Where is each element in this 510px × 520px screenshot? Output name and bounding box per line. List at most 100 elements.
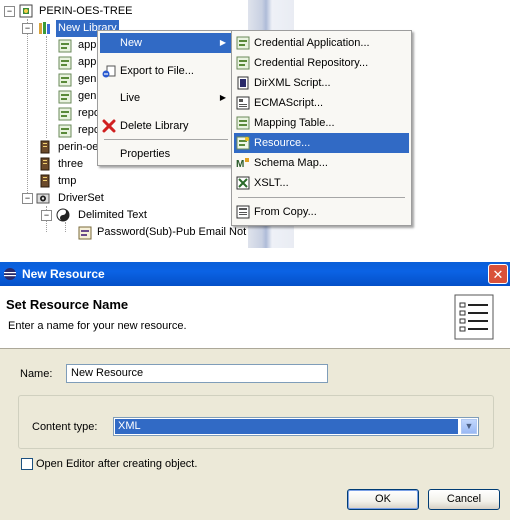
dialog-heading: Set Resource Name: [6, 297, 129, 312]
submenu-item-mapping-table[interactable]: Mapping Table...: [234, 113, 409, 133]
submenu-arrow-icon: ▶: [219, 38, 226, 47]
menu-item-label: Mapping Table...: [254, 117, 335, 129]
driverset-icon: [36, 193, 50, 204]
tree-item-label: perin-oe: [58, 141, 99, 153]
collapse-icon[interactable]: −: [4, 6, 15, 17]
tree-panel: − PERIN-OES-TREE − New Library app app g…: [0, 0, 510, 258]
library-icon: [39, 22, 50, 34]
resource-icon: [236, 136, 250, 150]
submenu-item-resource[interactable]: Resource...: [234, 133, 409, 153]
submenu-item-dirxml-script[interactable]: DirXML Script...: [234, 73, 409, 93]
dialog-title: New Resource: [22, 267, 105, 281]
tree-root-label: PERIN-OES-TREE: [39, 5, 133, 17]
tree-driverset-label: DriverSet: [58, 192, 104, 204]
document-list-icon: [454, 294, 494, 340]
tree-item-label: Password(Sub)-Pub Email Not: [97, 226, 247, 238]
delete-icon: [102, 119, 116, 133]
policy-icon: [58, 124, 72, 138]
menu-item-label: DirXML Script...: [254, 77, 331, 89]
tree-guide-line: [65, 222, 66, 232]
tree-guide-line: [27, 19, 28, 199]
close-button[interactable]: ✕: [488, 264, 508, 284]
collapse-icon[interactable]: −: [22, 193, 33, 204]
content-type-select[interactable]: XML ▼: [113, 417, 479, 436]
menu-item-export[interactable]: Export to File...: [100, 61, 232, 81]
submenu-item-credential-application[interactable]: Credential Application...: [234, 33, 409, 53]
credential-repo-icon: [236, 56, 250, 70]
dialog-banner: Set Resource Name Enter a name for your …: [0, 286, 510, 349]
dialog-subheading: Enter a name for your new resource.: [8, 320, 187, 332]
submenu-item-ecmascript[interactable]: ECMAScript...: [234, 93, 409, 113]
content-type-label: Content type:: [32, 421, 98, 433]
tree-root-icon: [19, 4, 33, 18]
export-icon: [102, 65, 116, 78]
menu-item-label: From Copy...: [254, 206, 317, 218]
submenu-arrow-icon: ▶: [219, 93, 226, 102]
collapse-icon[interactable]: −: [22, 23, 33, 34]
eclipse-icon: [4, 268, 16, 280]
open-editor-label: Open Editor after creating object.: [36, 458, 198, 470]
content-type-value: XML: [115, 419, 458, 434]
collapse-icon[interactable]: −: [41, 210, 52, 221]
tree-driver-label: Delimited Text: [78, 209, 147, 221]
submenu-item-from-copy[interactable]: From Copy...: [234, 202, 409, 222]
tree-item-label: gen: [78, 73, 97, 85]
name-input[interactable]: New Resource: [66, 364, 328, 383]
menu-item-label: Live: [120, 92, 141, 104]
name-label: Name:: [20, 368, 53, 380]
menu-item-label: XSLT...: [254, 177, 289, 189]
policy-icon: [58, 39, 72, 53]
policy-icon: [58, 90, 72, 104]
tree-item-label: tmp: [58, 175, 77, 187]
menu-item-delete[interactable]: Delete Library: [100, 116, 232, 136]
svg-text:M: M: [236, 159, 244, 170]
tree-item-label: app: [78, 39, 97, 51]
cancel-button[interactable]: Cancel: [428, 489, 500, 510]
menu-item-label: Credential Repository...: [254, 57, 369, 69]
tree-item-label: gen: [78, 90, 97, 102]
tree-guide-line: [46, 36, 47, 138]
dirxml-script-icon: [237, 76, 249, 90]
policy-icon: [78, 226, 92, 240]
from-copy-icon: [236, 205, 250, 219]
credential-app-icon: [236, 36, 250, 50]
policy-icon: [58, 56, 72, 70]
server-icon: [40, 157, 50, 171]
open-editor-checkbox[interactable]: [21, 458, 33, 470]
menu-item-label: ECMAScript...: [254, 97, 324, 109]
dialog-titlebar[interactable]: New Resource ✕: [0, 262, 510, 286]
dropdown-arrow-icon[interactable]: ▼: [461, 419, 477, 434]
menu-item-label: Properties: [120, 148, 171, 160]
menu-separator: [104, 139, 228, 140]
server-icon: [40, 174, 50, 188]
menu-separator: [238, 197, 405, 198]
menu-item-properties[interactable]: Properties: [100, 144, 232, 164]
tree-item-label: app: [78, 56, 97, 68]
submenu-item-xslt[interactable]: XSLT...: [234, 173, 409, 193]
context-menu: New ▶ Export to File... Live ▶ Delete Li…: [97, 30, 235, 166]
menu-item-label: Resource...: [254, 137, 311, 149]
mapping-table-icon: [236, 116, 250, 130]
menu-item-live[interactable]: Live ▶: [100, 88, 232, 108]
ecmascript-icon: [236, 96, 250, 110]
policy-icon: [58, 73, 72, 87]
new-submenu: Credential Application... Credential Rep…: [231, 30, 412, 226]
new-resource-dialog: New Resource ✕ Set Resource Name Enter a…: [0, 262, 510, 520]
menu-item-label: Schema Map...: [254, 157, 328, 169]
ok-button[interactable]: OK: [347, 489, 419, 510]
schema-map-icon: M: [236, 158, 249, 170]
xslt-icon: [236, 176, 250, 190]
name-input-value: New Resource: [71, 367, 144, 379]
policy-icon: [58, 107, 72, 121]
menu-item-label: New: [120, 37, 143, 49]
tree-item-label: three: [58, 158, 84, 170]
driver-icon: [56, 208, 70, 222]
submenu-item-schema-map[interactable]: M Schema Map...: [234, 153, 409, 173]
close-icon: ✕: [492, 267, 504, 282]
server-icon: [40, 140, 50, 154]
menu-item-label: Credential Application...: [254, 37, 370, 49]
menu-item-new[interactable]: New ▶: [100, 33, 232, 53]
menu-item-label: Delete Library: [120, 120, 189, 132]
menu-item-label: Export to File...: [120, 65, 194, 77]
submenu-item-credential-repository[interactable]: Credential Repository...: [234, 53, 409, 73]
